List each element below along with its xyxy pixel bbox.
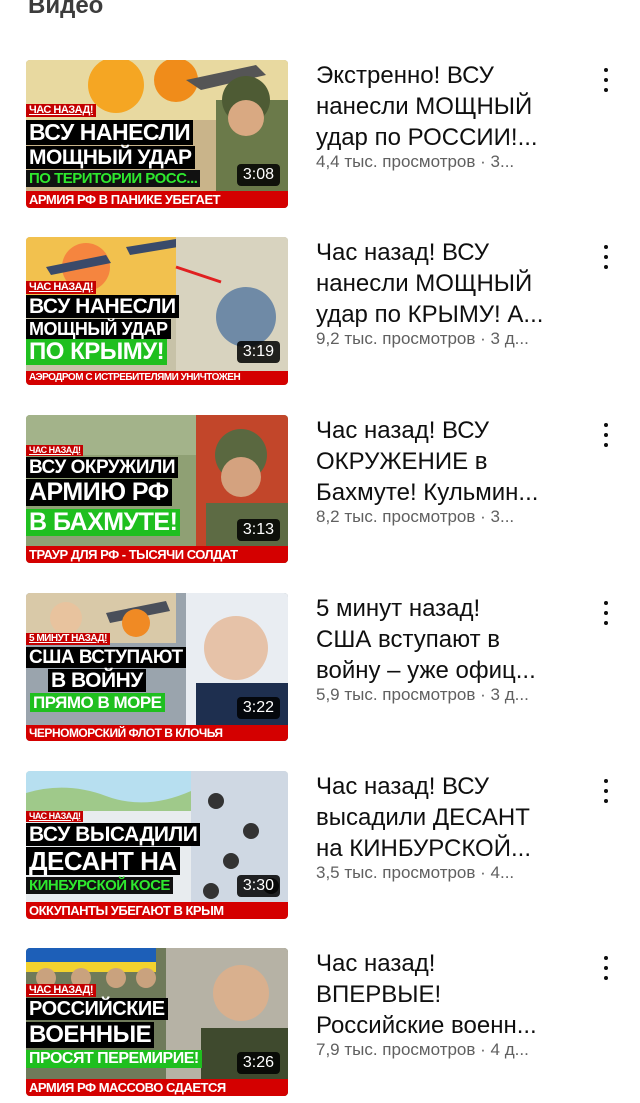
more-vertical-icon[interactable] bbox=[594, 599, 618, 627]
video-thumbnail[interactable]: 5 МИНУТ НАЗАД! США ВСТУПАЮТ В ВОЙНУ ПРЯМ… bbox=[26, 593, 288, 741]
video-meta: 4,4 тыс. просмотров · 3... bbox=[316, 152, 515, 171]
video-duration: 3:26 bbox=[236, 1052, 280, 1074]
thumbnail-caption-line1: ВСУ ВЫСАДИЛИ bbox=[26, 823, 201, 846]
thumbnail-caption-line3: ПРЯМО В МОРЕ bbox=[30, 693, 165, 712]
thumbnail-caption-line2: ДЕСАНТ НА bbox=[26, 847, 180, 875]
video-thumbnail[interactable]: ЧАС НАЗАД! ВСУ НАНЕСЛИ МОЩНЫЙ УДАР ПО ТЕ… bbox=[26, 60, 288, 208]
thumbnail-caption-bottom: АРМИЯ РФ МАССОВО СДАЕТСЯ bbox=[26, 1079, 288, 1096]
video-item[interactable]: ЧАС НАЗАД! РОССИЙСКИЕ ВОЕННЫЕ ПРОСЯТ ПЕР… bbox=[26, 948, 626, 1098]
video-title[interactable]: Час назад! ВСУ ОКРУЖЕНИЕ в Бахмуте! Куль… bbox=[316, 415, 586, 508]
thumbnail-caption-line1: ВСУ ОКРУЖИЛИ bbox=[26, 457, 178, 478]
video-meta: 5,9 тыс. просмотров · 3 д... bbox=[316, 685, 529, 704]
thumbnail-caption-line2: ВОЕННЫЕ bbox=[26, 1022, 155, 1048]
video-meta: 7,9 тыс. просмотров · 4 д... bbox=[316, 1040, 529, 1059]
more-vertical-icon[interactable] bbox=[594, 777, 618, 805]
thumbnail-caption-line1: ВСУ НАНЕСЛИ bbox=[26, 120, 194, 145]
thumbnail-caption-small: ЧАС НАЗАД! bbox=[26, 104, 97, 117]
video-thumbnail[interactable]: ЧАС НАЗАД! РОССИЙСКИЕ ВОЕННЫЕ ПРОСЯТ ПЕР… bbox=[26, 948, 288, 1096]
video-title[interactable]: Час назад! ВПЕРВЫЕ! Российские военн... bbox=[316, 948, 586, 1041]
more-vertical-icon[interactable] bbox=[594, 421, 618, 449]
thumbnail-caption-bottom: АЭРОДРОМ С ИСТРЕБИТЕЛЯМИ УНИЧТОЖЕН bbox=[26, 371, 288, 385]
video-duration: 3:22 bbox=[236, 697, 280, 719]
more-vertical-icon[interactable] bbox=[594, 66, 618, 94]
thumbnail-caption-line3: В БАХМУТЕ! bbox=[26, 509, 181, 536]
thumbnail-caption-line1: США ВСТУПАЮТ bbox=[26, 647, 186, 668]
video-title[interactable]: Экстренно! ВСУ нанесли МОЩНЫЙ удар по РО… bbox=[316, 60, 586, 153]
video-duration: 3:08 bbox=[236, 164, 280, 186]
thumbnail-caption-line3: ПО КРЫМУ! bbox=[26, 339, 168, 365]
video-thumbnail[interactable]: ЧАС НАЗАД! ВСУ ОКРУЖИЛИ АРМИЮ РФ В БАХМУ… bbox=[26, 415, 288, 563]
thumbnail-caption-small: 5 МИНУТ НАЗАД! bbox=[26, 633, 110, 645]
video-title[interactable]: Час назад! ВСУ нанесли МОЩНЫЙ удар по КР… bbox=[316, 237, 586, 330]
thumbnail-caption-bottom: ЧЕРНОМОРСКИЙ ФЛОТ В КЛОЧЬЯ bbox=[26, 725, 288, 741]
thumbnail-caption-line3: ПО ТЕРИТОРИИ РОСС... bbox=[26, 170, 201, 187]
video-thumbnail[interactable]: ЧАС НАЗАД! ВСУ НАНЕСЛИ МОЩНЫЙ УДАР ПО КР… bbox=[26, 237, 288, 385]
thumbnail-caption-small: ЧАС НАЗАД! bbox=[26, 984, 97, 997]
video-duration: 3:19 bbox=[236, 341, 280, 363]
video-duration: 3:30 bbox=[236, 875, 280, 897]
section-title: Видео bbox=[28, 0, 104, 19]
thumbnail-caption-line1: РОССИЙСКИЕ bbox=[26, 998, 168, 1020]
thumbnail-caption-line2: АРМИЮ РФ bbox=[26, 479, 172, 506]
video-title[interactable]: 5 минут назад! США вступают в войну – уж… bbox=[316, 593, 586, 686]
thumbnail-caption-line3: КИНБУРСКОЙ КОСЕ bbox=[26, 877, 173, 894]
thumbnail-caption-small: ЧАС НАЗАД! bbox=[26, 811, 84, 822]
thumbnail-caption-line2: В ВОЙНУ bbox=[48, 669, 146, 692]
video-thumbnail[interactable]: ЧАС НАЗАД! ВСУ ВЫСАДИЛИ ДЕСАНТ НА КИНБУР… bbox=[26, 771, 288, 919]
video-meta: 9,2 тыс. просмотров · 3 д... bbox=[316, 329, 529, 348]
video-item[interactable]: ЧАС НАЗАД! ВСУ ОКРУЖИЛИ АРМИЮ РФ В БАХМУ… bbox=[26, 415, 626, 565]
more-vertical-icon[interactable] bbox=[594, 243, 618, 271]
thumbnail-caption-small: ЧАС НАЗАД! bbox=[26, 445, 84, 456]
thumbnail-caption-line3: ПРОСЯТ ПЕРЕМИРИЕ! bbox=[26, 1050, 202, 1068]
thumbnail-caption-line1: ВСУ НАНЕСЛИ bbox=[26, 295, 179, 318]
video-item[interactable]: ЧАС НАЗАД! ВСУ НАНЕСЛИ МОЩНЫЙ УДАР ПО ТЕ… bbox=[26, 60, 626, 210]
thumbnail-caption-bottom: АРМИЯ РФ В ПАНИКЕ УБЕГАЕТ bbox=[26, 191, 288, 208]
video-item[interactable]: ЧАС НАЗАД! ВСУ НАНЕСЛИ МОЩНЫЙ УДАР ПО КР… bbox=[26, 237, 626, 387]
thumbnail-caption-bottom: ОККУПАНТЫ УБЕГАЮТ В КРЫМ bbox=[26, 902, 288, 919]
video-title[interactable]: Час назад! ВСУ высадили ДЕСАНТ на КИНБУР… bbox=[316, 771, 586, 864]
video-meta: 8,2 тыс. просмотров · 3... bbox=[316, 507, 515, 526]
thumbnail-caption-small: ЧАС НАЗАД! bbox=[26, 281, 97, 294]
video-item[interactable]: 5 МИНУТ НАЗАД! США ВСТУПАЮТ В ВОЙНУ ПРЯМ… bbox=[26, 593, 626, 743]
video-duration: 3:13 bbox=[236, 519, 280, 541]
video-meta: 3,5 тыс. просмотров · 4... bbox=[316, 863, 515, 882]
thumbnail-caption-bottom: ТРАУР ДЛЯ РФ - ТЫСЯЧИ СОЛДАТ bbox=[26, 546, 288, 563]
video-item[interactable]: ЧАС НАЗАД! ВСУ ВЫСАДИЛИ ДЕСАНТ НА КИНБУР… bbox=[26, 771, 626, 921]
more-vertical-icon[interactable] bbox=[594, 954, 618, 982]
thumbnail-caption-line2: МОЩНЫЙ УДАР bbox=[26, 146, 195, 169]
thumbnail-caption-line2: МОЩНЫЙ УДАР bbox=[26, 319, 171, 339]
